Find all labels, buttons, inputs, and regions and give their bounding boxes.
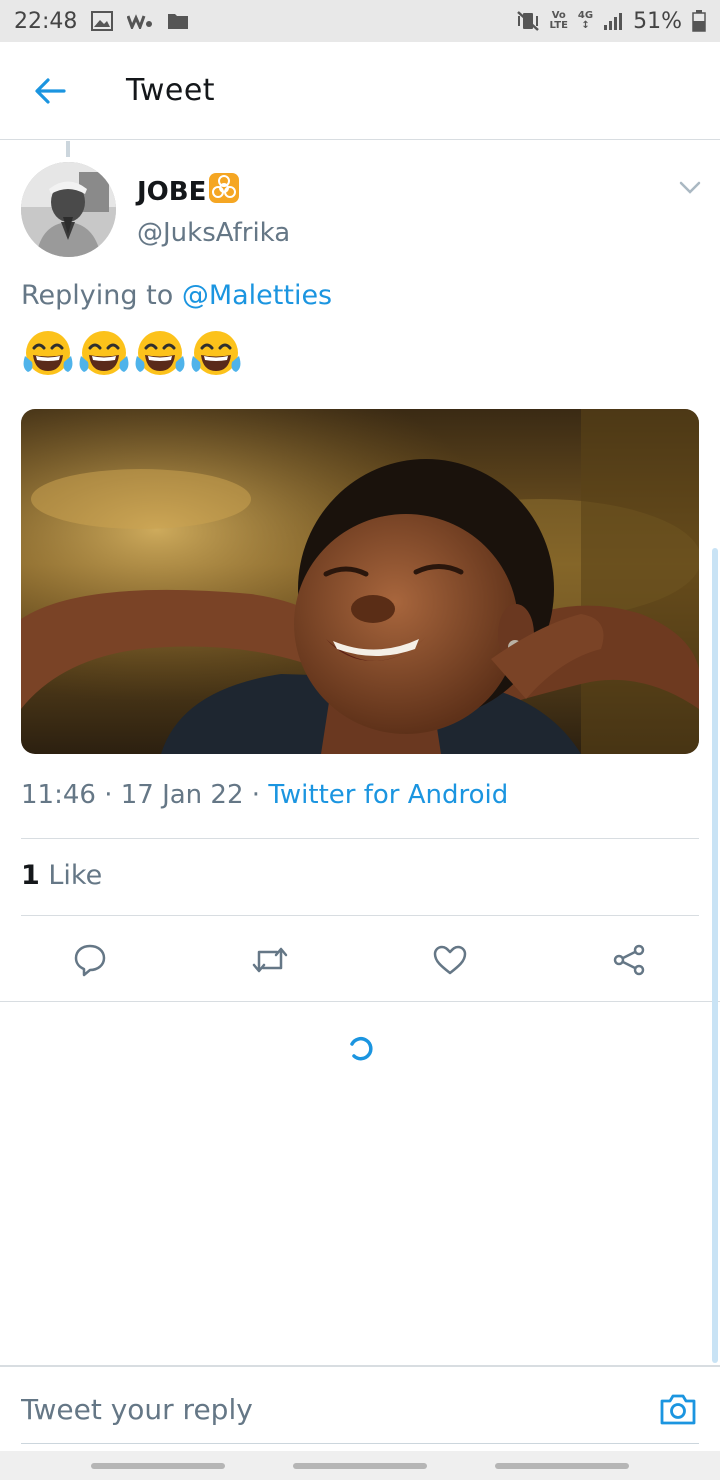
author-handle[interactable]: @JuksAfrika (137, 218, 290, 248)
reply-composer (0, 1365, 720, 1447)
tears-of-joy-emoji-icon (191, 331, 241, 375)
tweet-source-link[interactable]: Twitter for Android (268, 780, 508, 810)
replying-to-mention[interactable]: @Maletties (182, 280, 332, 311)
back-button[interactable] (20, 61, 80, 121)
tweet-date: 17 Jan 22 (120, 780, 244, 810)
thread-connector (66, 141, 70, 157)
system-nav-bar (0, 1451, 720, 1480)
tweet-timestamp: 11:46 · 17 Jan 22 · Twitter for Android (21, 780, 508, 810)
like-button[interactable] (420, 930, 480, 990)
divider (0, 1001, 720, 1002)
app-header: Tweet (0, 42, 720, 140)
arrow-left-icon (35, 77, 66, 104)
biohazard-emoji-icon (208, 172, 240, 211)
share-icon (613, 944, 645, 976)
avatar[interactable] (21, 162, 116, 257)
volte-indicator: Vo LTE (549, 10, 568, 31)
divider (21, 915, 699, 916)
page-title: Tweet (126, 73, 216, 108)
nav-recent-apps[interactable] (91, 1463, 225, 1469)
share-button[interactable] (599, 930, 659, 990)
tears-of-joy-emoji-icon (23, 331, 73, 375)
camera-icon (660, 1394, 696, 1425)
tweet-time: 11:46 (21, 780, 96, 810)
replying-to: Replying to @Maletties (21, 280, 332, 311)
replying-to-label: Replying to (21, 280, 182, 311)
heart-icon (433, 945, 467, 975)
vibrate-mute-icon (516, 10, 540, 32)
camera-button[interactable] (656, 1387, 700, 1431)
network-type: 4G ↕ (577, 10, 594, 31)
scrollbar[interactable] (712, 548, 718, 1363)
nav-home[interactable] (293, 1463, 427, 1469)
divider (21, 838, 699, 839)
retweet-button[interactable] (240, 930, 300, 990)
reply-input[interactable] (21, 1389, 621, 1429)
spinner-icon (350, 1036, 373, 1061)
battery-icon (692, 10, 706, 32)
status-bar: 22:48 Vo LTE 4G ↕ 51% (0, 0, 720, 42)
likes-count[interactable]: 1 Like (21, 860, 102, 891)
like-count-label: Like (39, 860, 103, 891)
tears-of-joy-emoji-icon (135, 331, 185, 375)
tears-of-joy-emoji-icon (79, 331, 129, 375)
folder-icon (167, 12, 189, 30)
gallery-icon (91, 11, 114, 31)
reply-button[interactable] (60, 930, 120, 990)
tweet-actions (0, 930, 720, 990)
retweet-icon (252, 947, 288, 973)
like-count-number: 1 (21, 860, 40, 891)
comment-bubble-icon (74, 944, 106, 977)
status-time: 22:48 (14, 8, 78, 34)
author-name[interactable]: JOBE (137, 172, 240, 211)
nav-back[interactable] (495, 1463, 629, 1469)
chevron-down-icon (679, 181, 701, 194)
meta-separator: · (95, 780, 121, 810)
walkman-icon (127, 13, 153, 29)
tweet-text (21, 328, 243, 380)
composer-underline (21, 1443, 699, 1444)
tweet-options-button[interactable] (676, 176, 704, 200)
battery-percent: 51% (633, 8, 682, 34)
author-name-text: JOBE (137, 176, 207, 207)
signal-icon (603, 11, 623, 31)
tweet-media-image[interactable] (21, 409, 699, 754)
meta-separator: · (243, 780, 269, 810)
